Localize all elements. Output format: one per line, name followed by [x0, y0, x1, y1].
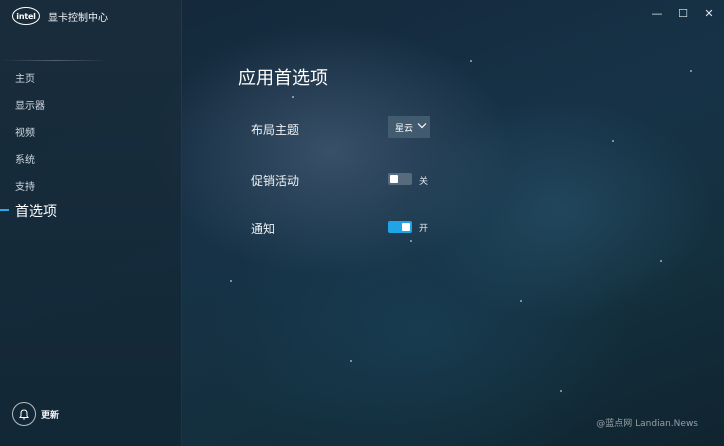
notifications-state: 开 — [419, 224, 429, 234]
chevron-down-icon — [417, 122, 427, 132]
sidebar-item-support[interactable]: 支持 — [15, 178, 35, 193]
sidebar: 主页 显示器 视频 系统 支持 首选项 更新 — [0, 0, 182, 446]
layout-theme-value: 星云 — [395, 123, 414, 134]
sidebar-item-preferences[interactable]: 首选项 — [15, 201, 57, 221]
promotions-state: 关 — [419, 177, 429, 187]
page-title: 应用首选项 — [238, 68, 328, 89]
promotions-label: 促销活动 — [251, 174, 300, 188]
close-button[interactable]: ✕ — [696, 4, 722, 22]
layout-theme-label: 布局主题 — [251, 123, 300, 137]
sidebar-divider — [0, 60, 110, 61]
title-bar: intel 显卡控制中心 — ☐ ✕ — [0, 0, 724, 32]
update-label[interactable]: 更新 — [41, 408, 59, 421]
layout-theme-dropdown[interactable]: 星云 — [388, 116, 430, 138]
intel-logo: intel — [12, 7, 40, 25]
sidebar-item-home[interactable]: 主页 — [15, 70, 35, 85]
toggle-knob — [390, 175, 398, 183]
update-bell-button[interactable] — [12, 402, 36, 426]
sidebar-item-system[interactable]: 系统 — [15, 151, 35, 166]
minimize-button[interactable]: — — [644, 4, 670, 22]
active-indicator — [0, 209, 9, 211]
close-icon: ✕ — [704, 6, 714, 20]
toggle-knob — [402, 223, 410, 231]
bell-icon — [19, 405, 29, 424]
sidebar-item-display[interactable]: 显示器 — [15, 97, 45, 112]
maximize-button[interactable]: ☐ — [670, 4, 696, 22]
sidebar-item-video[interactable]: 视频 — [15, 124, 35, 139]
maximize-icon: ☐ — [678, 6, 688, 20]
promotions-toggle[interactable] — [388, 173, 412, 185]
notifications-label: 通知 — [251, 222, 276, 236]
app-title: 显卡控制中心 — [48, 13, 108, 24]
minimize-icon: — — [651, 6, 663, 20]
notifications-toggle[interactable] — [388, 221, 412, 233]
watermark: @蓝点网 Landian.News — [596, 419, 698, 429]
